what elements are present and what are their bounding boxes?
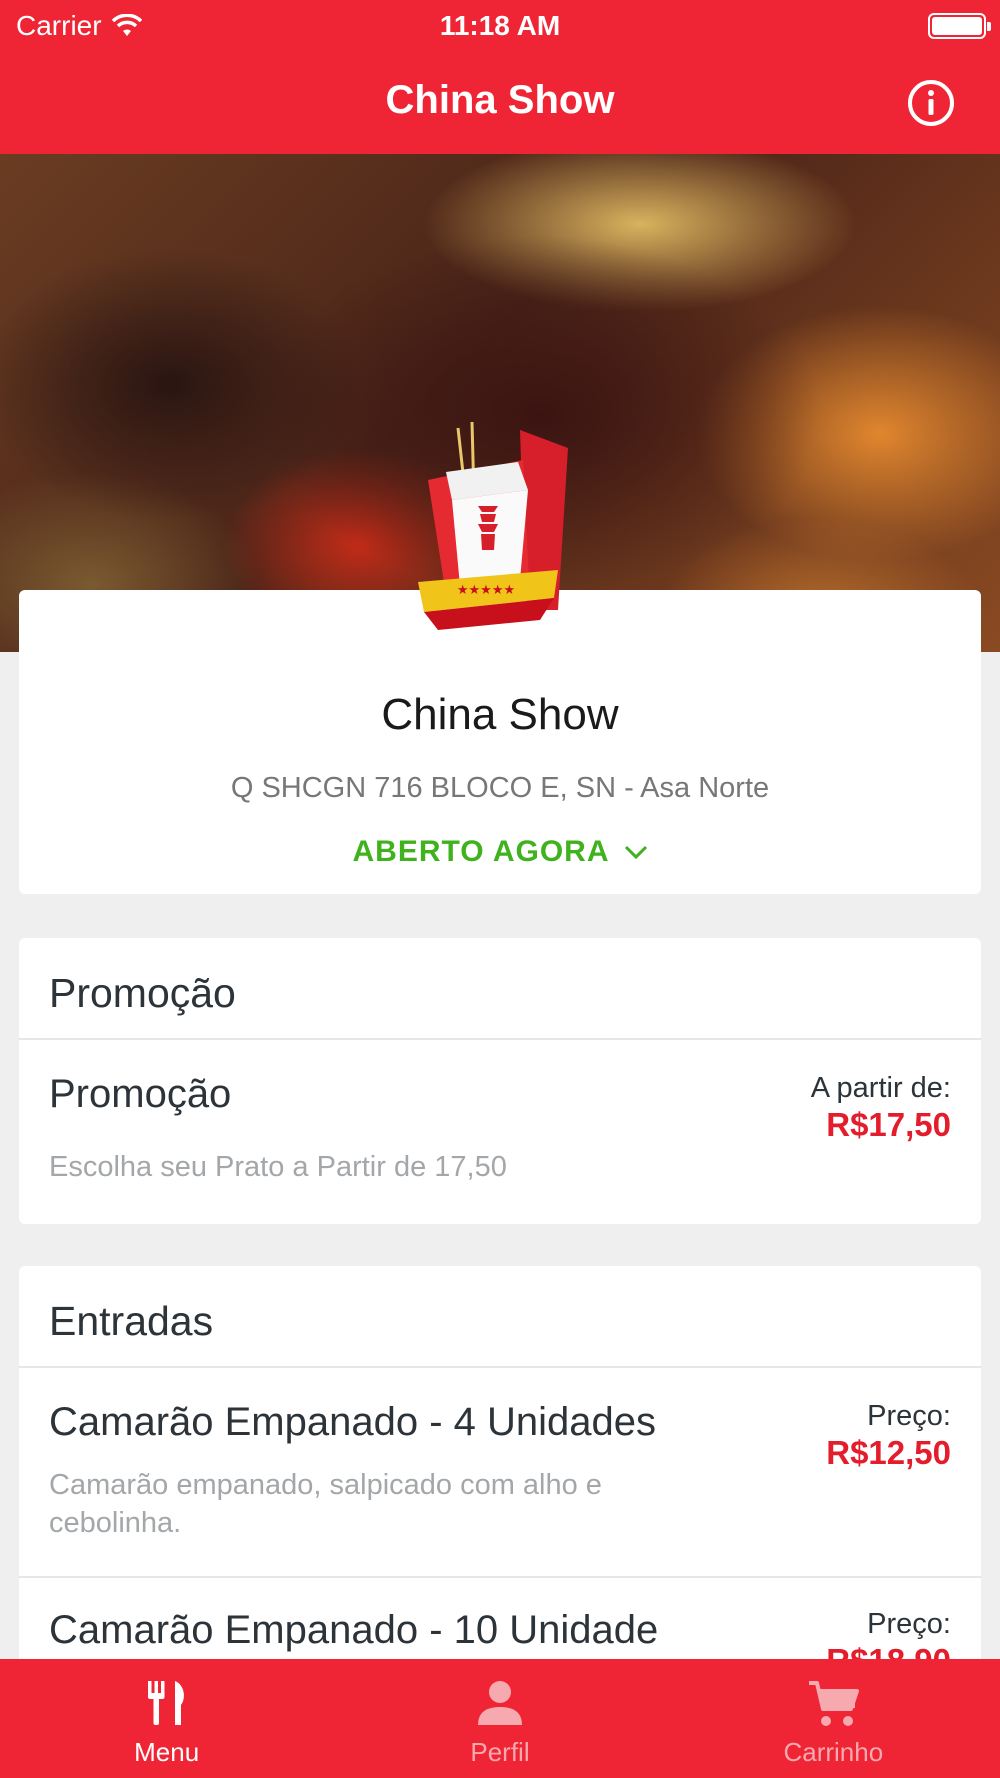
- tab-label: Menu: [134, 1737, 200, 1767]
- restaurant-logo: ★★★★★: [418, 421, 568, 630]
- fork-knife-icon: [147, 1681, 184, 1725]
- item-description: Escolha seu Prato a Partir de 17,50: [49, 1151, 507, 1183]
- item-name: Promoção: [49, 1072, 232, 1116]
- restaurant-address: Q SHCGN 716 BLOCO E, SN - Asa Norte: [230, 772, 770, 804]
- nav-bar: China Show: [0, 50, 1000, 154]
- price-label: Preço:: [867, 1608, 951, 1640]
- section-header: Entradas: [19, 1266, 981, 1368]
- section-promocao: Promoção Promoção Escolha seu Prato a Pa…: [19, 938, 981, 1224]
- nav-title: China Show: [385, 78, 615, 122]
- menu-item[interactable]: Promoção Escolha seu Prato a Partir de 1…: [19, 1042, 981, 1224]
- item-price: R$12,50: [826, 1434, 951, 1471]
- price-label: A partir de:: [810, 1072, 951, 1104]
- tab-carrinho[interactable]: Carrinho: [667, 1659, 1000, 1778]
- section-title: Promoção: [49, 970, 236, 1016]
- opening-status-label: ABERTO AGORA: [352, 835, 610, 868]
- item-name: Camarão Empanado - 4 Unidades: [49, 1400, 657, 1444]
- item-price: R$17,50: [826, 1106, 951, 1143]
- tab-label: Perfil: [470, 1737, 530, 1767]
- price-label: Preço:: [867, 1400, 951, 1432]
- chevron-down-icon: [624, 845, 647, 860]
- tab-label: Carrinho: [783, 1737, 884, 1767]
- person-icon: [477, 1681, 522, 1725]
- section-title: Entradas: [49, 1298, 214, 1344]
- opening-status-toggle[interactable]: ABERTO AGORA: [19, 835, 981, 869]
- tab-perfil[interactable]: Perfil: [333, 1659, 666, 1778]
- svg-text:★★★★★: ★★★★★: [457, 583, 515, 598]
- info-circle-icon[interactable]: [906, 78, 956, 128]
- status-time: 11:18 AM: [439, 10, 561, 41]
- item-name: Camarão Empanado - 10 Unidade: [49, 1608, 659, 1652]
- section-header: Promoção: [19, 938, 981, 1040]
- status-bar: Carrier 11:18 AM: [0, 0, 1000, 50]
- battery-icon: [928, 13, 991, 39]
- item-description: Camarão empanado, salpicado com alho e c…: [49, 1466, 699, 1542]
- tab-bar: Menu Perfil Carrinho: [0, 1659, 1000, 1778]
- tab-menu[interactable]: Menu: [0, 1659, 333, 1778]
- cart-icon: [809, 1681, 860, 1726]
- restaurant-name: China Show: [381, 690, 619, 739]
- item-description-line: Camarão empanado, salpicado com alho e: [49, 1469, 602, 1501]
- item-description-line: cebolinha.: [49, 1507, 182, 1539]
- menu-item[interactable]: Camarão Empanado - 4 Unidades Camarão em…: [19, 1370, 981, 1570]
